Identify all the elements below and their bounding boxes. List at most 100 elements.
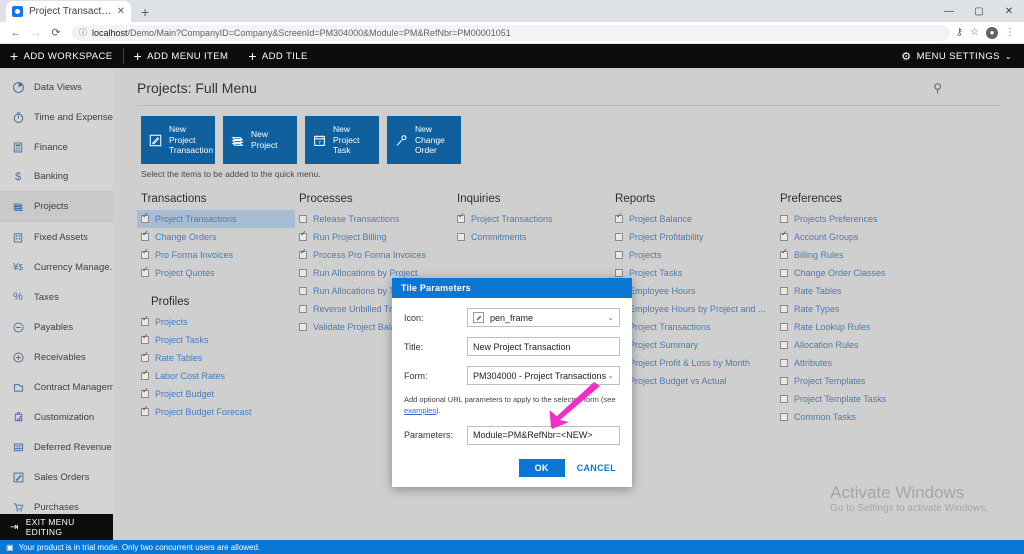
checkbox[interactable] bbox=[141, 369, 149, 380]
add-workspace-button[interactable]: + ADD WORKSPACE bbox=[0, 44, 123, 68]
close-icon[interactable]: ✕ bbox=[117, 6, 125, 17]
examples-link[interactable]: examples bbox=[404, 406, 436, 415]
title-input[interactable]: New Project Transaction bbox=[467, 337, 620, 356]
sidebar-item-projects[interactable]: Projects bbox=[0, 192, 113, 222]
sidebar-item-deferred-revenue[interactable]: Deferred Revenue bbox=[0, 432, 113, 462]
checkbox[interactable] bbox=[780, 305, 788, 313]
menu-item-project-quotes[interactable]: Project Quotes bbox=[137, 264, 295, 282]
menu-item-project-transactions-inquiry[interactable]: Project Transactions bbox=[453, 210, 611, 228]
menu-item-project-transactions-report[interactable]: Project Transactions bbox=[611, 318, 776, 336]
menu-item-account-groups[interactable]: Account Groups bbox=[776, 228, 941, 246]
checkbox[interactable] bbox=[615, 269, 623, 277]
checkbox[interactable] bbox=[141, 333, 149, 344]
menu-item-change-orders[interactable]: Change Orders bbox=[137, 228, 295, 246]
new-tab-button[interactable]: + bbox=[141, 4, 149, 20]
sidebar-item-customization[interactable]: Customization bbox=[0, 402, 113, 432]
menu-item-project-budget-forecast[interactable]: Project Budget Forecast bbox=[137, 403, 295, 421]
checkbox[interactable] bbox=[780, 230, 788, 241]
checkbox[interactable] bbox=[299, 215, 307, 223]
checkbox[interactable] bbox=[141, 230, 149, 241]
checkbox[interactable] bbox=[299, 230, 307, 241]
menu-item-project-profit-loss-by-month[interactable]: Project Profit & Loss by Month bbox=[611, 354, 776, 372]
checkbox[interactable] bbox=[615, 251, 623, 259]
checkbox[interactable] bbox=[780, 287, 788, 295]
checkbox[interactable] bbox=[299, 248, 307, 259]
sidebar-item-data-views[interactable]: Data Views bbox=[0, 72, 113, 102]
menu-item-project-budget-vs-actual[interactable]: Project Budget vs Actual bbox=[611, 372, 776, 390]
menu-item-project-templates[interactable]: Project Templates bbox=[776, 372, 941, 390]
back-icon[interactable]: ← bbox=[6, 27, 26, 39]
checkbox[interactable] bbox=[780, 323, 788, 331]
sidebar-item-purchases[interactable]: Purchases bbox=[0, 492, 113, 514]
menu-item-rate-tables-pref[interactable]: Rate Tables bbox=[776, 282, 941, 300]
checkbox[interactable] bbox=[141, 387, 149, 398]
icon-select[interactable]: pen_frame ⌄ bbox=[467, 308, 620, 327]
checkbox[interactable] bbox=[780, 269, 788, 277]
menu-item-project-transactions[interactable]: Project Transactions bbox=[137, 210, 295, 228]
menu-item-projects-report[interactable]: Projects bbox=[611, 246, 776, 264]
sidebar-item-banking[interactable]: $ Banking bbox=[0, 162, 113, 192]
menu-item-billing-rules[interactable]: Billing Rules bbox=[776, 246, 941, 264]
checkbox[interactable] bbox=[457, 233, 465, 241]
menu-item-project-budget[interactable]: Project Budget bbox=[137, 385, 295, 403]
checkbox[interactable] bbox=[780, 215, 788, 223]
reload-icon[interactable]: ⟳ bbox=[46, 26, 66, 39]
menu-item-projects-preferences[interactable]: Projects Preferences bbox=[776, 210, 941, 228]
menu-item-employee-hours-by-project[interactable]: Employee Hours by Project and ... bbox=[611, 300, 776, 318]
checkbox[interactable] bbox=[780, 413, 788, 421]
tile-new-project[interactable]: New Project bbox=[223, 116, 297, 164]
sidebar-item-taxes[interactable]: % Taxes bbox=[0, 282, 113, 312]
add-tile-button[interactable]: + ADD TILE bbox=[238, 44, 317, 68]
sidebar-item-currency-management[interactable]: ¥ $ Currency Manage... bbox=[0, 252, 113, 282]
maximize-icon[interactable]: ▢ bbox=[964, 0, 994, 22]
menu-item-release-transactions[interactable]: Release Transactions bbox=[295, 210, 453, 228]
pin-icon[interactable]: ⚲ bbox=[933, 81, 942, 95]
checkbox[interactable] bbox=[141, 248, 149, 259]
checkbox[interactable] bbox=[141, 315, 149, 326]
exit-menu-editing-button[interactable]: ⇥ EXIT MENU EDITING bbox=[0, 514, 113, 540]
window-close-icon[interactable]: ✕ bbox=[994, 0, 1024, 22]
ok-button[interactable]: OK bbox=[518, 458, 565, 477]
menu-item-project-tasks[interactable]: Project Tasks bbox=[137, 331, 295, 349]
checkbox[interactable] bbox=[141, 212, 149, 223]
menu-item-project-balance[interactable]: Project Balance bbox=[611, 210, 776, 228]
checkbox[interactable] bbox=[141, 405, 149, 416]
browser-tab[interactable]: Project Transactions ✕ bbox=[6, 1, 131, 22]
checkbox[interactable] bbox=[141, 351, 149, 362]
menu-item-change-order-classes[interactable]: Change Order Classes bbox=[776, 264, 941, 282]
sidebar-item-receivables[interactable]: Receivables bbox=[0, 342, 113, 372]
checkbox[interactable] bbox=[615, 212, 623, 223]
menu-item-commitments[interactable]: Commitments bbox=[453, 228, 611, 246]
checkbox[interactable] bbox=[299, 269, 307, 277]
checkbox[interactable] bbox=[615, 233, 623, 241]
menu-item-rate-tables[interactable]: Rate Tables bbox=[137, 349, 295, 367]
menu-item-project-summary[interactable]: Project Summary bbox=[611, 336, 776, 354]
star-icon[interactable]: ☆ bbox=[970, 27, 979, 38]
checkbox[interactable] bbox=[457, 212, 465, 223]
tile-new-change-order[interactable]: New Change Order bbox=[387, 116, 461, 164]
checkbox[interactable] bbox=[299, 305, 307, 313]
forward-icon[interactable]: → bbox=[26, 27, 46, 39]
menu-item-attributes[interactable]: Attributes bbox=[776, 354, 941, 372]
menu-item-project-profitability[interactable]: Project Profitability bbox=[611, 228, 776, 246]
menu-item-project-tasks-report[interactable]: Project Tasks bbox=[611, 264, 776, 282]
checkbox[interactable] bbox=[780, 248, 788, 259]
menu-item-rate-lookup-rules[interactable]: Rate Lookup Rules bbox=[776, 318, 941, 336]
address-bar[interactable]: ⓘ localhost/Demo/Main?CompanyID=Company&… bbox=[72, 24, 950, 41]
checkbox[interactable] bbox=[780, 359, 788, 367]
menu-item-allocation-rules[interactable]: Allocation Rules bbox=[776, 336, 941, 354]
checkbox[interactable] bbox=[299, 323, 307, 331]
profile-avatar-icon[interactable]: ● bbox=[986, 26, 998, 39]
cancel-button[interactable]: CANCEL bbox=[577, 463, 620, 473]
sidebar-item-fixed-assets[interactable]: Fixed Assets bbox=[0, 222, 113, 252]
sidebar-item-time-and-expenses[interactable]: Time and Expenses bbox=[0, 102, 113, 132]
site-info-icon[interactable]: ⓘ bbox=[79, 27, 87, 38]
menu-item-labor-cost-rates[interactable]: Labor Cost Rates bbox=[137, 367, 295, 385]
checkbox[interactable] bbox=[780, 377, 788, 385]
key-icon[interactable]: ⚷ bbox=[956, 27, 963, 38]
menu-item-projects[interactable]: Projects bbox=[137, 313, 295, 331]
menu-item-common-tasks[interactable]: Common Tasks bbox=[776, 408, 941, 426]
sidebar-item-finance[interactable]: Finance bbox=[0, 132, 113, 162]
menu-item-employee-hours[interactable]: Employee Hours bbox=[611, 282, 776, 300]
sidebar-item-contract-management[interactable]: Contract Managem... bbox=[0, 372, 113, 402]
